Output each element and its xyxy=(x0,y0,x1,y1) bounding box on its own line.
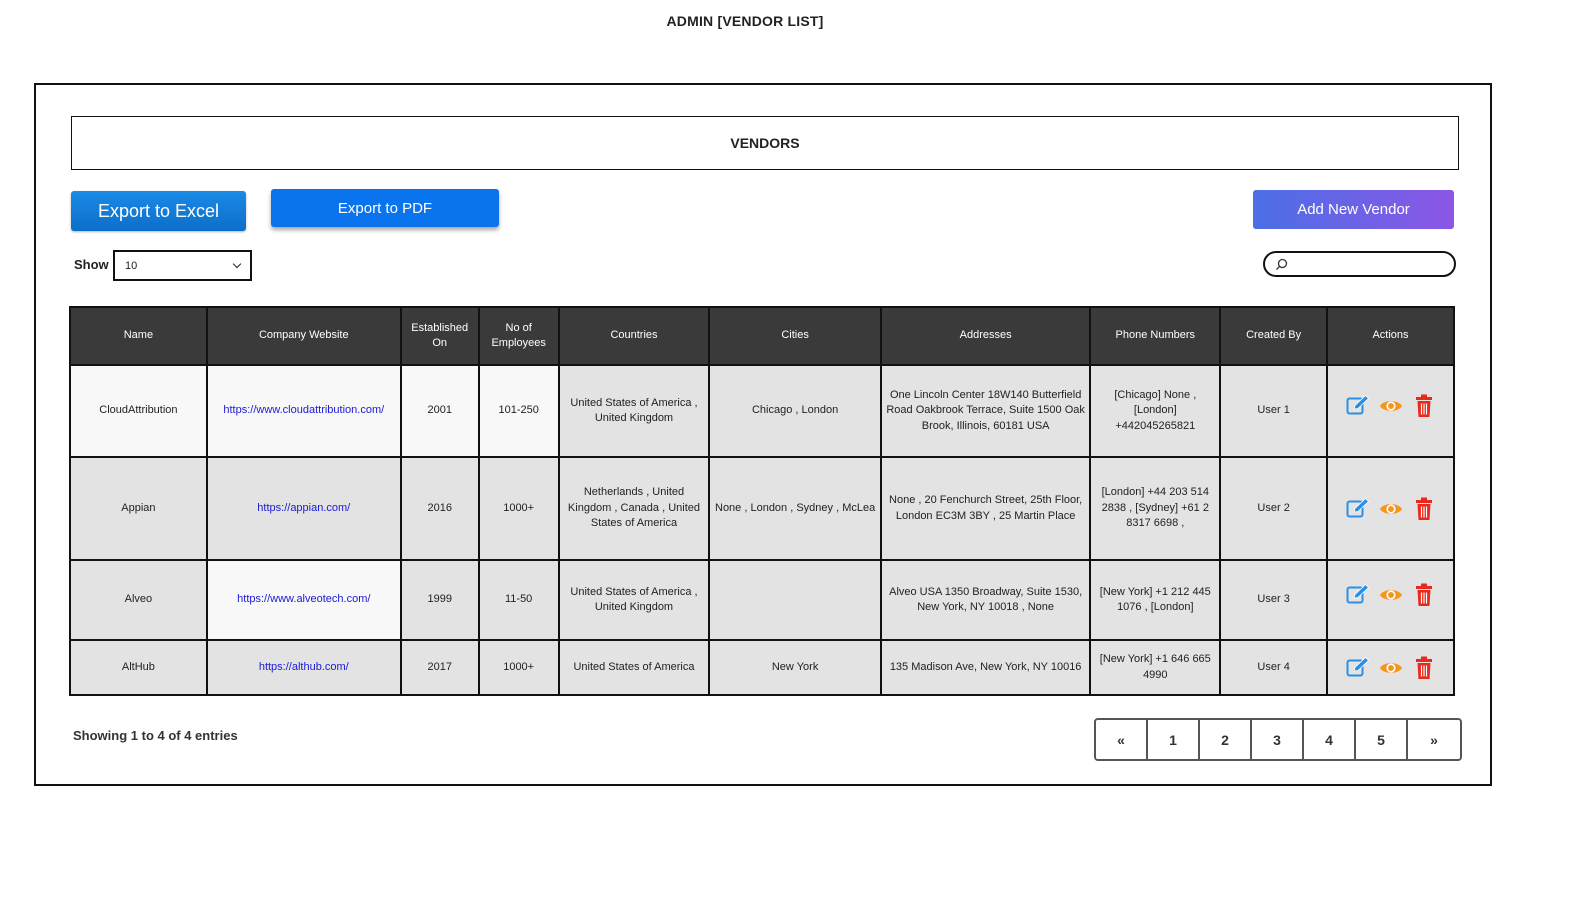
delete-trash-icon[interactable] xyxy=(1412,394,1436,418)
delete-trash-icon[interactable] xyxy=(1412,497,1436,521)
edit-icon[interactable] xyxy=(1346,583,1370,607)
vendor-addresses: One Lincoln Center 18W140 Butterfield Ro… xyxy=(879,364,1092,458)
vendor-addresses: 135 Madison Ave, New York, NY 10016 xyxy=(879,639,1092,696)
delete-trash-icon[interactable] xyxy=(1412,656,1436,680)
column-header-phone-numbers[interactable]: Phone Numbers xyxy=(1089,306,1222,366)
column-header-addresses[interactable]: Addresses xyxy=(879,306,1092,366)
vendor-cities: None , London , Sydney , McLea xyxy=(708,456,882,561)
edit-icon[interactable] xyxy=(1346,656,1370,680)
vendor-created-by: User 4 xyxy=(1219,639,1329,696)
pagination-page-5[interactable]: 5 xyxy=(1356,720,1408,759)
export-to-pdf-button[interactable]: Export to PDF xyxy=(271,189,499,227)
vendor-created-by: User 3 xyxy=(1219,559,1329,641)
edit-icon[interactable] xyxy=(1346,497,1370,521)
vendor-employees: 1000+ xyxy=(477,456,560,561)
vendor-countries: United States of America xyxy=(557,639,711,696)
vendor-established: 2017 xyxy=(399,639,480,696)
vendor-established: 1999 xyxy=(399,559,480,641)
search-icon xyxy=(1276,258,1288,270)
vendor-employees: 11-50 xyxy=(477,559,560,641)
view-eye-icon[interactable] xyxy=(1379,497,1403,521)
vendor-countries: United States of America , United Kingdo… xyxy=(557,559,711,641)
view-eye-icon[interactable] xyxy=(1379,394,1403,418)
vendor-employees: 1000+ xyxy=(477,639,560,696)
pagination-page-4[interactable]: 4 xyxy=(1304,720,1356,759)
vendor-countries: Netherlands , United Kingdom , Canada , … xyxy=(557,456,711,561)
vendor-created-by: User 1 xyxy=(1219,364,1329,458)
vendor-name: CloudAttribution xyxy=(69,364,208,458)
vendor-website-link[interactable]: https://www.alveotech.com/ xyxy=(237,593,370,605)
vendor-website-link[interactable]: https://althub.com/ xyxy=(259,661,349,673)
vendor-countries: United States of America , United Kingdo… xyxy=(557,364,711,458)
vendor-cities: New York xyxy=(708,639,882,696)
column-header-cities[interactable]: Cities xyxy=(708,306,882,366)
chevron-down-icon xyxy=(232,259,242,269)
vendor-website-link[interactable]: https://appian.com/ xyxy=(257,502,350,514)
vendor-employees: 101-250 xyxy=(477,364,560,458)
column-header-created-by[interactable]: Created By xyxy=(1219,306,1329,366)
vendor-phones: [London] +44 203 514 2838 , [Sydney] +61… xyxy=(1089,456,1222,561)
view-eye-icon[interactable] xyxy=(1379,656,1403,680)
search-input[interactable] xyxy=(1294,257,1454,271)
column-header-name[interactable]: Name xyxy=(69,306,208,366)
pagination-page-3[interactable]: 3 xyxy=(1252,720,1304,759)
row-actions xyxy=(1326,364,1455,458)
table-row: AltHub https://althub.com/ 2017 1000+ Un… xyxy=(69,639,1455,696)
table-row: CloudAttribution https://www.cloudattrib… xyxy=(69,364,1455,458)
vendor-addresses: None , 20 Fenchurch Street, 25th Floor, … xyxy=(879,456,1092,561)
show-entries-select[interactable]: 10 xyxy=(113,250,252,281)
table-header-row: Name Company Website Established On No o… xyxy=(69,306,1455,366)
entries-info: Showing 1 to 4 of 4 entries xyxy=(73,728,238,743)
vendor-name: Appian xyxy=(69,456,208,561)
page-title: ADMIN [VENDOR LIST] xyxy=(666,13,824,29)
vendor-list-panel: VENDORS Export to Excel Export to PDF Ad… xyxy=(34,83,1492,786)
pagination-page-1[interactable]: 1 xyxy=(1148,720,1200,759)
pagination-next-button[interactable]: » xyxy=(1408,720,1460,759)
vendor-established: 2016 xyxy=(399,456,480,561)
column-header-established-on[interactable]: Established On xyxy=(399,306,480,366)
view-eye-icon[interactable] xyxy=(1379,583,1403,607)
vendor-cities xyxy=(708,559,882,641)
column-header-company-website[interactable]: Company Website xyxy=(205,306,402,366)
vendor-name: Alveo xyxy=(69,559,208,641)
pagination-page-2[interactable]: 2 xyxy=(1200,720,1252,759)
column-header-countries[interactable]: Countries xyxy=(557,306,711,366)
row-actions xyxy=(1326,559,1455,641)
vendor-established: 2001 xyxy=(399,364,480,458)
row-actions xyxy=(1326,456,1455,561)
pagination-prev-button[interactable]: « xyxy=(1096,720,1148,759)
row-actions xyxy=(1326,639,1455,696)
column-header-no-of-employees[interactable]: No of Employees xyxy=(477,306,560,366)
vendors-section-title: VENDORS xyxy=(71,116,1459,170)
vendor-created-by: User 2 xyxy=(1219,456,1329,561)
table-row: Alveo https://www.alveotech.com/ 1999 11… xyxy=(69,559,1455,641)
show-entries-label: Show xyxy=(74,257,109,272)
vendor-addresses: Alveo USA 1350 Broadway, Suite 1530, New… xyxy=(879,559,1092,641)
delete-trash-icon[interactable] xyxy=(1412,583,1436,607)
edit-icon[interactable] xyxy=(1346,394,1370,418)
export-to-excel-button[interactable]: Export to Excel xyxy=(71,191,246,231)
add-new-vendor-button[interactable]: Add New Vendor xyxy=(1253,190,1454,229)
vendor-website-link[interactable]: https://www.cloudattribution.com/ xyxy=(223,404,384,416)
vendor-phones: [Chicago] None , [London] +442045265821 xyxy=(1089,364,1222,458)
show-entries-value: 10 xyxy=(125,259,138,272)
vendor-phones: [New York] +1 212 445 1076 , [London] xyxy=(1089,559,1222,641)
pagination: « 1 2 3 4 5 » xyxy=(1094,718,1462,761)
vendor-name: AltHub xyxy=(69,639,208,696)
table-row: Appian https://appian.com/ 2016 1000+ Ne… xyxy=(69,456,1455,561)
vendor-phones: [New York] +1 646 665 4990 xyxy=(1089,639,1222,696)
column-header-actions: Actions xyxy=(1326,306,1455,366)
vendor-cities: Chicago , London xyxy=(708,364,882,458)
vendors-table: Name Company Website Established On No o… xyxy=(69,306,1455,696)
search-field[interactable] xyxy=(1263,251,1456,277)
